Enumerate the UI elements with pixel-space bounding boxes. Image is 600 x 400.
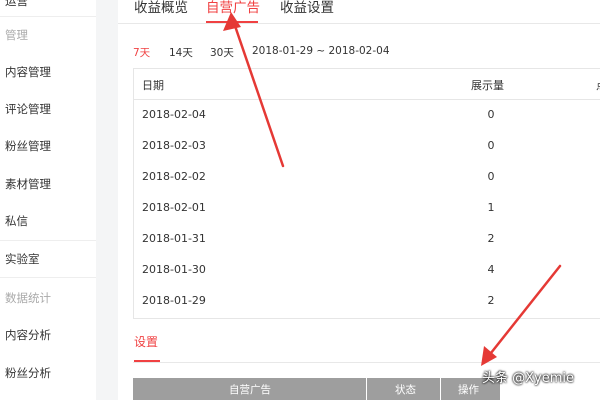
sidebar-item-fans-analysis[interactable]: 粉丝分析 [5, 365, 51, 381]
column-header-date: 日期 [142, 79, 164, 92]
range-7-days[interactable]: 7天 [133, 45, 150, 60]
sidebar-item-lab[interactable]: 实验室 [5, 251, 40, 267]
divider [118, 23, 600, 24]
cell-date: 2018-01-30 [142, 263, 206, 276]
column-header-clicks: 点 [596, 77, 600, 93]
sidebar-item-content-analysis[interactable]: 内容分析 [5, 327, 51, 343]
divider [440, 378, 441, 400]
sidebar-item-content-manage[interactable]: 内容管理 [5, 64, 51, 80]
cell-views: 0 [487, 170, 495, 183]
cell-views: 2 [487, 232, 495, 245]
sidebar-item-messages[interactable]: 私信 [5, 213, 28, 229]
stats-table: 日期 展示量 点 2018-02-04 0 2018-02-03 0 2018-… [133, 68, 600, 319]
date-range-picker[interactable]: 2018-01-29 ~ 2018-02-04 [252, 45, 390, 57]
sidebar-group-manage: 管理 [5, 28, 28, 42]
divider [0, 16, 96, 17]
divider [0, 240, 96, 241]
sidebar-item-comment-manage[interactable]: 评论管理 [5, 101, 51, 117]
cell-views: 0 [487, 139, 495, 152]
range-14-days[interactable]: 14天 [169, 45, 193, 60]
cell-date: 2018-02-02 [142, 170, 206, 183]
cell-views: 1 [487, 201, 495, 214]
cell-date: 2018-02-03 [142, 139, 206, 152]
table-row: 2018-01-29 2 [134, 286, 600, 317]
cell-views: 0 [487, 108, 495, 121]
main-panel: 收益概览 自营广告 收益设置 7天 14天 30天 2018-01-29 ~ 2… [118, 0, 600, 400]
watermark: 头条 @Xyemie [482, 371, 575, 386]
sidebar-item-material-manage[interactable]: 素材管理 [5, 176, 51, 192]
cell-date: 2018-02-04 [142, 108, 206, 121]
tab-settings[interactable]: 设置 [134, 333, 158, 350]
sidebar-gutter [96, 0, 118, 400]
cell-date: 2018-02-01 [142, 201, 206, 214]
tab-income-overview[interactable]: 收益概览 [134, 0, 188, 16]
table-row: 2018-01-31 2 [134, 224, 600, 255]
cell-date: 2018-01-31 [142, 232, 206, 245]
column-header-status: 状态 [395, 384, 416, 396]
column-header-self-ad: 自营广告 [229, 384, 271, 396]
tab-self-ads[interactable]: 自营广告 [206, 0, 260, 16]
table-row: 2018-02-02 0 [134, 162, 600, 193]
tab-income-settings[interactable]: 收益设置 [280, 0, 334, 16]
table-row: 2018-01-30 4 [134, 255, 600, 286]
cell-date: 2018-01-29 [142, 294, 206, 307]
sidebar-item-fans-manage[interactable]: 粉丝管理 [5, 138, 51, 154]
ads-table-header: 自营广告 状态 操作 [133, 378, 500, 400]
cell-views: 4 [487, 263, 495, 276]
divider [133, 362, 600, 363]
sidebar-group-stats: 数据统计 [5, 291, 51, 305]
range-30-days[interactable]: 30天 [210, 45, 234, 60]
cell-views: 2 [487, 294, 495, 307]
sidebar-cut-label: 运营 [5, 0, 28, 8]
table-row: 2018-02-03 0 [134, 131, 600, 162]
table-row: 2018-02-04 0 [134, 100, 600, 131]
divider [0, 277, 96, 278]
divider [366, 378, 367, 400]
column-header-views: 展示量 [471, 79, 504, 92]
column-header-actions: 操作 [458, 384, 479, 396]
table-row: 2018-02-01 1 [134, 193, 600, 224]
sidebar: 运营 管理 内容管理 评论管理 粉丝管理 素材管理 私信 实验室 数据统计 内容… [0, 0, 96, 400]
